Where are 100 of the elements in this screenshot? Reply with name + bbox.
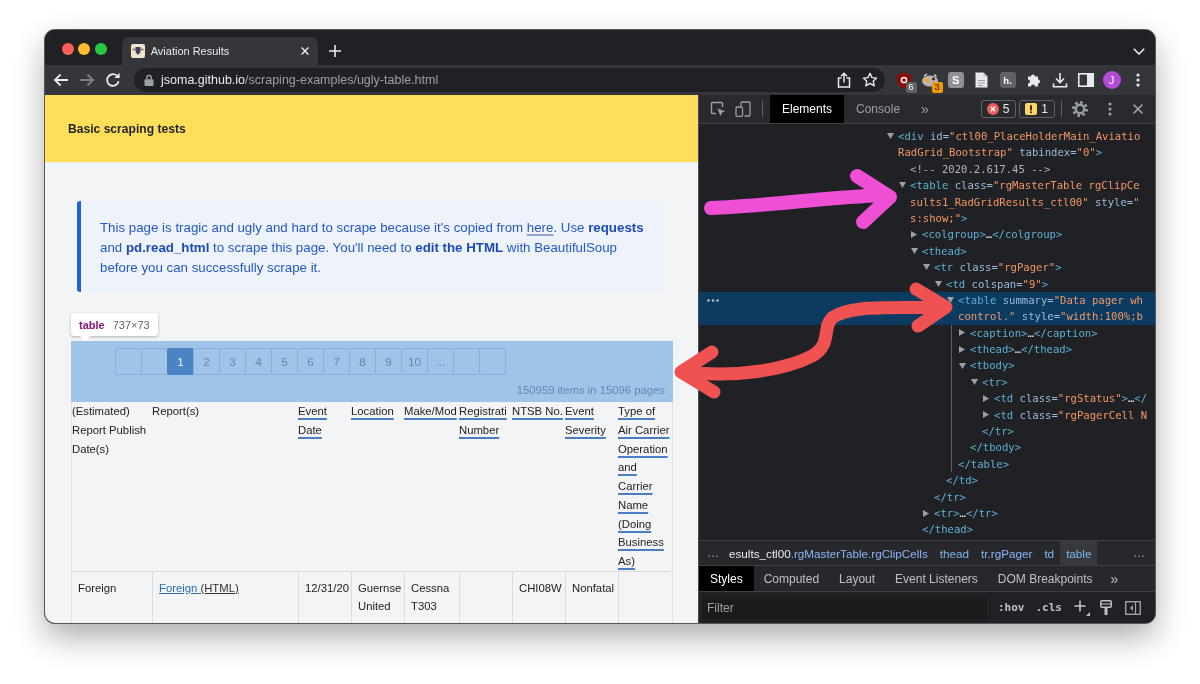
breadcrumb[interactable]: tr.rgPager xyxy=(975,541,1039,565)
closing-tag[interactable]: </td> xyxy=(946,472,978,489)
reload-icon[interactable] xyxy=(104,72,121,88)
more-vertical-icon[interactable] xyxy=(1135,73,1140,87)
column-header[interactable]: Registrati Number xyxy=(459,402,512,571)
dom-node[interactable]: <tr>…</tr> xyxy=(923,505,998,522)
sidebar-tab[interactable]: Styles xyxy=(699,566,754,591)
closing-tag[interactable]: </table> xyxy=(958,455,1010,473)
breadcrumb[interactable]: td xyxy=(1038,541,1061,565)
dom-node[interactable]: <tr class="rgPager"> xyxy=(923,259,1062,276)
expand-triangle-icon[interactable] xyxy=(923,264,930,271)
expand-triangle-icon[interactable] xyxy=(899,182,906,189)
error-icon xyxy=(986,103,999,115)
arrow-left-icon[interactable] xyxy=(52,72,69,88)
callout-text: This page is tragic and ugly and hard to scrape because it's copied from here. Use requests and pd.read_html to scrape this page. You'll need to edit the HTML with BeautifulSoup before you can successfully scrape it. xyxy=(100,219,645,277)
dom-node[interactable]: <thead>…</thead> xyxy=(959,341,1073,358)
settings-icon[interactable] xyxy=(1072,101,1088,117)
expand-triangle-icon[interactable] xyxy=(983,394,989,402)
dom-node[interactable]: <thead> xyxy=(911,242,967,260)
filter-toggle-button[interactable]: :hov xyxy=(998,601,1025,614)
more-tabs-button[interactable]: » xyxy=(1102,566,1119,591)
table-cell: 12/31/20 xyxy=(298,570,351,623)
address-bar[interactable]: jsoma.github.io/scraping-examples/ugly-table.html xyxy=(133,68,885,92)
dom-node[interactable]: <td class="rgPagerCell N xyxy=(983,406,1148,424)
closing-tag[interactable]: </tr> xyxy=(982,423,1014,440)
more-horizontal-icon[interactable] xyxy=(707,298,719,302)
arrow-right-icon[interactable] xyxy=(78,72,95,88)
close-icon[interactable] xyxy=(1133,104,1143,114)
expand-triangle-icon[interactable] xyxy=(959,329,965,337)
expand-triangle-icon[interactable] xyxy=(935,280,942,287)
closing-tag[interactable]: </thead> xyxy=(922,521,974,538)
dom-node[interactable]: <tbody> xyxy=(959,357,1015,374)
dom-node[interactable]: <colgroup>…</colgroup> xyxy=(911,226,1063,243)
puzzle-icon[interactable] xyxy=(1025,72,1042,88)
dom-node[interactable]: <table class="rgMasterTable rgClipCe sults1_RadGridResults_ctl00" style=" s:show;"> xyxy=(899,177,1140,227)
closing-tag[interactable]: </tbody> xyxy=(970,439,1022,456)
breadcrumb[interactable]: esults_ctl00.rgMasterTable.rgClipCells xyxy=(723,541,934,565)
sidebar-tab[interactable]: Layout xyxy=(829,566,886,591)
column-header[interactable]: NTSB No. xyxy=(512,402,565,571)
breadcrumb-scroll-button[interactable]: … xyxy=(1131,541,1147,565)
share-icon[interactable] xyxy=(837,72,851,88)
breadcrumb[interactable]: table xyxy=(1060,541,1098,565)
page-title: Basic scraping tests xyxy=(68,121,186,136)
expand-triangle-icon[interactable] xyxy=(911,231,917,239)
column-header[interactable]: Event Date xyxy=(298,402,351,571)
more-vertical-icon[interactable] xyxy=(1108,102,1112,116)
close-window-icon[interactable] xyxy=(61,42,74,55)
shield-icon[interactable] xyxy=(895,71,912,89)
expand-triangle-icon[interactable] xyxy=(959,345,965,353)
inspect-icon[interactable] xyxy=(710,101,726,117)
extension-tile[interactable]: h. xyxy=(999,72,1016,88)
brush-icon[interactable] xyxy=(1100,600,1112,615)
expand-triangle-icon[interactable] xyxy=(983,411,989,419)
filter-field[interactable]: Filter xyxy=(702,596,987,619)
table-cell: Foreign xyxy=(72,570,152,623)
closing-tag[interactable]: </tr> xyxy=(934,488,966,506)
panel-tab[interactable]: Console xyxy=(844,95,913,123)
sidebar-tab[interactable]: Computed xyxy=(753,566,830,591)
expand-triangle-icon[interactable] xyxy=(887,133,894,140)
warning-count-button[interactable]: 1 xyxy=(1019,100,1055,118)
more-tabs-button[interactable]: » xyxy=(912,95,929,123)
dom-node[interactable]: <!-- 2020.2.617.45 --> xyxy=(899,160,1051,178)
profile-avatar[interactable]: J xyxy=(1102,71,1121,89)
document-icon[interactable] xyxy=(975,72,989,88)
zoom-window-icon[interactable] xyxy=(94,42,107,55)
expand-triangle-icon[interactable] xyxy=(971,379,978,386)
dom-node[interactable]: <td class="rgStatus">…</ xyxy=(983,390,1148,407)
dom-node[interactable]: <div id="ctl00_PlaceHolderMain_Aviatio RadGrid_Bootstrap" tabindex="0"> xyxy=(887,128,1141,161)
report-link[interactable]: Foreign (HTML) xyxy=(159,581,239,594)
dom-node[interactable]: <caption>…</caption> xyxy=(959,324,1098,342)
expand-triangle-icon[interactable] xyxy=(959,362,966,369)
expand-triangle-icon[interactable] xyxy=(923,509,929,517)
plus-icon[interactable] xyxy=(1074,599,1090,616)
page-button[interactable]: 1 xyxy=(167,348,194,375)
browser-tab[interactable]: Aviation Results xyxy=(122,37,318,65)
sidebar-tab[interactable]: Event Listeners xyxy=(885,566,988,591)
column-header[interactable]: Make/Mod xyxy=(404,402,459,571)
lock-icon xyxy=(143,74,154,86)
device-icon[interactable] xyxy=(735,101,751,117)
table-cell: Guernse United xyxy=(351,570,404,623)
plus-icon[interactable] xyxy=(329,45,341,57)
panel-tab[interactable]: Elements xyxy=(770,95,845,123)
breadcrumb[interactable]: thead xyxy=(933,541,976,565)
column-header[interactable]: Location xyxy=(351,402,404,571)
download-icon[interactable] xyxy=(1051,72,1068,88)
column-header[interactable]: Event Severity xyxy=(565,402,618,571)
sidebar-tab[interactable]: DOM Breakpoints xyxy=(987,566,1103,591)
table-cell: CHI08W xyxy=(512,570,565,623)
filter-toggle-button[interactable]: .cls xyxy=(1035,601,1062,614)
minimize-window-icon[interactable] xyxy=(78,42,90,55)
column-header[interactable]: Type of Air Carrier Operation and Carrier Name (Doing Business As) xyxy=(618,402,671,571)
expand-triangle-icon[interactable] xyxy=(911,247,918,254)
breadcrumb-scroll-button[interactable]: … xyxy=(707,541,723,565)
expand-triangle-icon[interactable] xyxy=(947,297,954,304)
dom-node[interactable]: <tr> xyxy=(971,373,1008,391)
chevron-down-icon[interactable] xyxy=(1133,47,1145,55)
star-icon[interactable] xyxy=(862,72,878,88)
dom-node[interactable]: <td colspan="9"> xyxy=(935,275,1049,292)
error-count-button[interactable]: 5 xyxy=(980,100,1017,118)
side-panel-icon[interactable] xyxy=(1125,600,1141,615)
